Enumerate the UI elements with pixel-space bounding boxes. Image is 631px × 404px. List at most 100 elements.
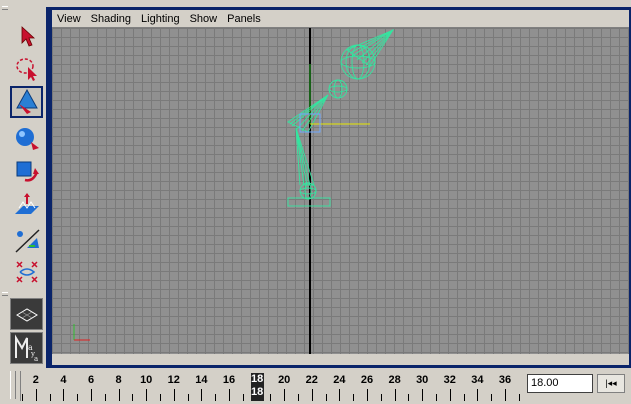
time-tick (311, 389, 313, 401)
time-tick (408, 394, 410, 401)
time-tick (160, 394, 161, 401)
time-tick (242, 394, 244, 401)
lasso-tool-icon (15, 58, 37, 81)
paint-selection-tool[interactable] (10, 86, 43, 118)
time-tick (449, 389, 451, 401)
rotate-tool[interactable] (10, 156, 43, 188)
menu-lighting[interactable]: Lighting (136, 13, 185, 25)
time-tick (132, 394, 134, 401)
time-tick (339, 389, 341, 401)
time-slider[interactable]: 24681012141618202224262830323436 18 18 1… (0, 368, 631, 404)
scale-tool-icon (14, 193, 39, 214)
time-tick-label: 6 (87, 374, 95, 386)
time-tick (104, 394, 106, 401)
character-wireframe[interactable] (287, 28, 395, 207)
soft-modification-tool[interactable] (10, 224, 43, 256)
time-tick-label: 36 (498, 374, 512, 386)
time-tick-label: 16 (222, 374, 236, 386)
time-tick (491, 394, 493, 401)
time-tick (63, 389, 65, 401)
toolbox-grip-lower (2, 292, 8, 296)
time-tick (118, 389, 120, 401)
menu-view[interactable]: View (52, 13, 86, 25)
time-tick (463, 394, 465, 401)
time-tick (353, 394, 355, 401)
time-tick-label: 12 (167, 374, 180, 386)
time-tick (394, 389, 396, 401)
time-tick (518, 394, 520, 401)
show-manipulator-tool[interactable] (10, 256, 43, 288)
maya-logo-icon: aya (14, 334, 38, 362)
perspective-layout-icon (15, 308, 38, 322)
time-tick (91, 389, 92, 401)
time-tick (298, 394, 299, 401)
time-tick-label: 30 (416, 374, 429, 386)
time-ruler[interactable]: 24681012141618202224262830323436 18 18 (20, 371, 525, 401)
single-perspective-layout-button[interactable] (10, 298, 43, 330)
time-tick-label: 8 (115, 374, 122, 386)
lasso-tool[interactable] (10, 52, 43, 84)
scale-tool[interactable] (10, 190, 43, 222)
current-frame-field[interactable]: 18.00 (527, 374, 593, 393)
menu-panels[interactable]: Panels (222, 13, 266, 25)
neck-sphere (328, 79, 348, 99)
time-tick-label: 2 (32, 374, 39, 386)
time-tick-label: 28 (388, 374, 401, 386)
time-tick (173, 389, 175, 401)
time-tick (380, 394, 382, 401)
time-tick (477, 389, 479, 401)
time-tick (367, 389, 368, 401)
toolbox: aya (0, 0, 46, 368)
time-tick (146, 389, 148, 401)
svg-text:a: a (34, 355, 38, 362)
time-tick (229, 389, 230, 401)
leg-cone (295, 127, 315, 186)
time-tick (49, 394, 51, 401)
go-to-start-button[interactable]: |◂◂ (597, 374, 625, 393)
time-tick (505, 389, 506, 401)
time-tick-label: 26 (360, 374, 374, 386)
playhead-frame-top: 18 (250, 373, 264, 385)
toolbox-grip (2, 6, 8, 10)
head-sphere (340, 44, 376, 80)
time-tick-label: 20 (278, 374, 291, 386)
time-tick-label: 32 (443, 374, 456, 386)
3d-viewport[interactable] (52, 28, 629, 354)
time-tick-label: 14 (195, 374, 208, 386)
rewind-icon: |◂◂ (605, 378, 617, 388)
time-tick (187, 394, 189, 401)
time-tick-label: 22 (305, 374, 318, 386)
time-tick (422, 389, 424, 401)
time-tick (270, 394, 272, 401)
time-tick (201, 389, 203, 401)
rotate-tool-icon (16, 161, 39, 182)
time-tick-label: 4 (60, 374, 67, 386)
select-tool[interactable] (10, 20, 43, 52)
show-manipulator-tool-icon (15, 261, 38, 283)
menu-shading[interactable]: Shading (86, 13, 136, 25)
time-tick (77, 394, 79, 401)
time-tick (436, 394, 437, 401)
time-tick (284, 389, 286, 401)
time-tick-label: 10 (140, 374, 153, 386)
time-tick (35, 389, 37, 401)
select-tool-icon (21, 26, 35, 47)
current-time-indicator[interactable]: 18 18 (250, 373, 264, 401)
playhead-frame-bottom: 18 (250, 386, 264, 398)
time-tick (325, 394, 327, 401)
soft-modification-tool-icon (14, 229, 40, 253)
move-tool[interactable] (10, 122, 43, 154)
time-tick (215, 394, 217, 401)
panel-menubar: View Shading Lighting Show Panels (52, 10, 629, 28)
paint-selection-tool-icon (15, 88, 38, 114)
time-tick (22, 394, 23, 401)
maya-logo-button[interactable]: aya (10, 332, 43, 364)
time-tick-label: 34 (471, 374, 484, 386)
viewport-panel: View Shading Lighting Show Panels (46, 7, 631, 368)
panel-bottom-strip (52, 354, 629, 365)
menu-show[interactable]: Show (185, 13, 223, 25)
timeline-grip (10, 371, 16, 399)
move-tool-icon (15, 128, 39, 150)
manipulator-handle[interactable] (299, 64, 370, 133)
scene-canvas[interactable] (52, 28, 629, 354)
